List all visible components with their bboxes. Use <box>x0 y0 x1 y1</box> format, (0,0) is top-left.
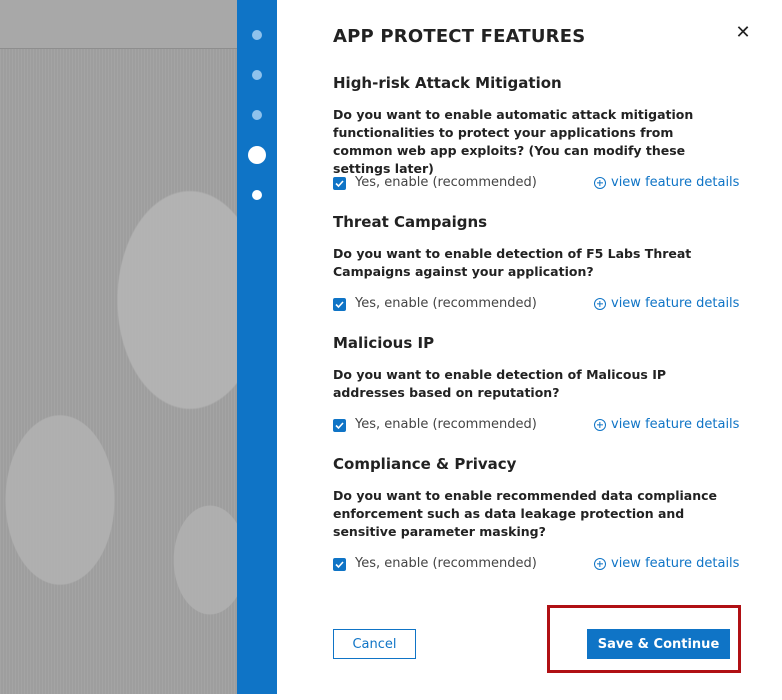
checkbox-label-threat-campaigns: Yes, enable (recommended) <box>355 296 537 311</box>
save-continue-button[interactable]: Save & Continue <box>587 629 730 659</box>
step-dot-3[interactable] <box>252 110 262 120</box>
plus-circle-icon <box>594 176 606 189</box>
question-malicious-ip: Do you want to enable detection of Malic… <box>333 367 667 400</box>
step-dot-5[interactable] <box>252 190 262 200</box>
checkbox-label-compliance-privacy: Yes, enable (recommended) <box>355 556 537 571</box>
step-dot-current <box>248 146 266 164</box>
view-details-label: view feature details <box>611 175 740 190</box>
checkbox-malicious-ip[interactable] <box>333 419 346 432</box>
view-details-label: view feature details <box>611 296 740 311</box>
checkmark-icon <box>335 422 344 430</box>
step-progress-rail <box>237 0 277 694</box>
checkmark-icon <box>335 561 344 569</box>
checkbox-label-malicious-ip: Yes, enable (recommended) <box>355 417 537 432</box>
view-details-label: view feature details <box>611 556 740 571</box>
section-title-malicious-ip: Malicious IP <box>333 334 435 352</box>
question-threat-campaigns: Do you want to enable detection of F5 La… <box>333 246 692 279</box>
plus-circle-icon <box>594 297 606 310</box>
checkmark-icon <box>335 180 344 188</box>
view-details-label: view feature details <box>611 417 740 432</box>
view-details-link-attack-mitigation[interactable]: view feature details <box>594 175 739 190</box>
section-title-threat-campaigns: Threat Campaigns <box>333 213 488 231</box>
cancel-button[interactable]: Cancel <box>333 629 416 659</box>
section-title-compliance-privacy: Compliance & Privacy <box>333 455 517 473</box>
question-attack-mitigation: Do you want to enable automatic attack m… <box>333 107 694 176</box>
world-map-background <box>0 140 237 700</box>
step-dot-1[interactable] <box>252 30 262 40</box>
view-details-link-malicious-ip[interactable]: view feature details <box>594 417 739 432</box>
checkmark-icon <box>335 301 344 309</box>
view-details-link-threat-campaigns[interactable]: view feature details <box>594 296 739 311</box>
checkbox-label-attack-mitigation: Yes, enable (recommended) <box>355 175 537 190</box>
plus-circle-icon <box>594 418 606 431</box>
background-header <box>0 0 237 49</box>
checkbox-compliance-privacy[interactable] <box>333 558 346 571</box>
section-title-attack-mitigation: High-risk Attack Mitigation <box>333 74 562 92</box>
checkbox-attack-mitigation[interactable] <box>333 177 346 190</box>
app-protect-panel: APP PROTECT FEATURES ✕ High-risk Attack … <box>277 0 782 694</box>
plus-circle-icon <box>594 557 606 570</box>
step-dot-2[interactable] <box>252 70 262 80</box>
panel-title: APP PROTECT FEATURES <box>333 26 586 47</box>
question-compliance-privacy: Do you want to enable recommended data c… <box>333 488 717 539</box>
view-details-link-compliance-privacy[interactable]: view feature details <box>594 556 739 571</box>
close-icon[interactable]: ✕ <box>735 24 751 42</box>
checkbox-threat-campaigns[interactable] <box>333 298 346 311</box>
dimmed-background <box>0 0 237 700</box>
